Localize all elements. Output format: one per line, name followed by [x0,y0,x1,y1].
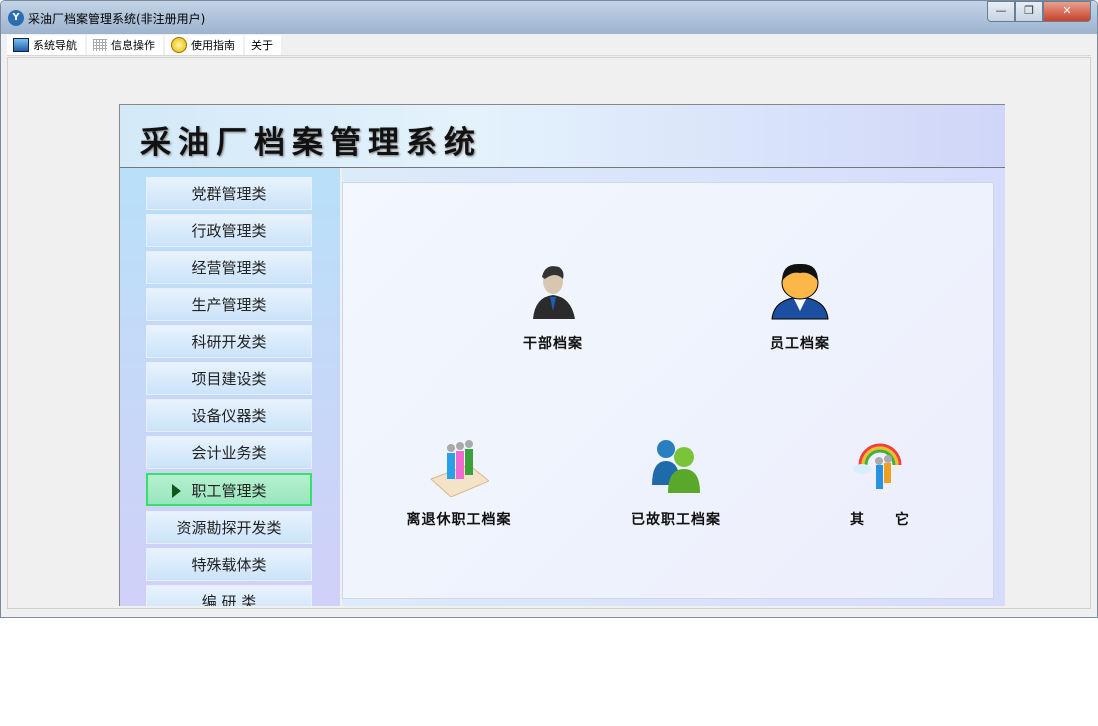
deceased-archive-button[interactable]: 已故职工档案 [596,435,756,529]
sidebar: 党群管理类 行政管理类 经营管理类 生产管理类 科研开发类 项目建设类 设备仪器… [120,168,340,606]
deceased-icon [652,440,700,493]
help-icon [171,37,187,53]
sidebar-item[interactable]: 项目建设类 [146,362,312,395]
sidebar-item[interactable]: 设备仪器类 [146,399,312,432]
close-button[interactable]: ✕ [1043,1,1091,22]
header: 采油厂档案管理系统 [120,105,1005,168]
menu-user-guide[interactable]: 使用指南 [165,35,243,55]
menu-bar: 系统导航 信息操作 使用指南 关于 [7,35,1091,56]
item-label: 其 它 [850,512,910,528]
restore-button[interactable]: ❐ [1015,1,1043,22]
employee-icon [771,263,829,320]
sidebar-item[interactable]: 行政管理类 [146,214,312,247]
menu-label: 关于 [251,39,273,52]
employee-archive-button[interactable]: 员工档案 [720,259,880,353]
menu-label: 系统导航 [33,39,77,52]
archive-panel: 采油厂档案管理系统 党群管理类 行政管理类 经营管理类 生产管理类 科研开发类 … [119,104,1005,606]
window-icon [13,38,29,52]
sidebar-item-label: 职工管理类 [191,482,267,500]
sidebar-item[interactable]: 编 研 类 [146,585,312,606]
main-area: 干部档案 员工档案 离退休职工档案 已故职工档案 其 它 [342,168,1005,606]
sidebar-item-active[interactable]: 职工管理类 [146,473,312,506]
sidebar-item[interactable]: 生产管理类 [146,288,312,321]
sidebar-item[interactable]: 党群管理类 [146,177,312,210]
content-card: 干部档案 员工档案 离退休职工档案 已故职工档案 其 它 [342,182,994,599]
other-icon [853,443,902,489]
menu-system-nav[interactable]: 系统导航 [7,35,85,55]
cadre-archive-button[interactable]: 干部档案 [473,259,633,353]
retired-archive-button[interactable]: 离退休职工档案 [379,435,539,529]
cadre-icon [533,266,575,319]
sidebar-item[interactable]: 经营管理类 [146,251,312,284]
grid-icon [93,39,107,51]
retired-icon [430,440,490,498]
other-archive-button[interactable]: 其 它 [800,435,960,529]
title-bar[interactable]: Y 采油厂档案管理系统(非注册用户) — ❐ ✕ [1,1,1097,34]
minimize-button[interactable]: — [987,1,1015,22]
menu-label: 使用指南 [191,39,235,52]
app-icon: Y [8,10,24,26]
arrow-right-icon [172,484,181,498]
item-label: 干部档案 [523,336,583,352]
item-label: 已故职工档案 [631,512,721,528]
item-label: 离退休职工档案 [406,512,512,528]
menu-about[interactable]: 关于 [245,35,281,55]
app-window: Y 采油厂档案管理系统(非注册用户) — ❐ ✕ 系统导航 信息操作 使用指南 … [0,0,1098,618]
item-label: 员工档案 [770,336,830,352]
sidebar-item[interactable]: 会计业务类 [146,436,312,469]
menu-label: 信息操作 [111,39,155,52]
sidebar-item[interactable]: 资源勘探开发类 [146,511,312,544]
menu-info-ops[interactable]: 信息操作 [87,35,163,55]
sidebar-item[interactable]: 科研开发类 [146,325,312,358]
page-title: 采油厂档案管理系统 [140,125,482,161]
sidebar-item[interactable]: 特殊载体类 [146,548,312,581]
window-title: 采油厂档案管理系统(非注册用户) [28,12,206,26]
